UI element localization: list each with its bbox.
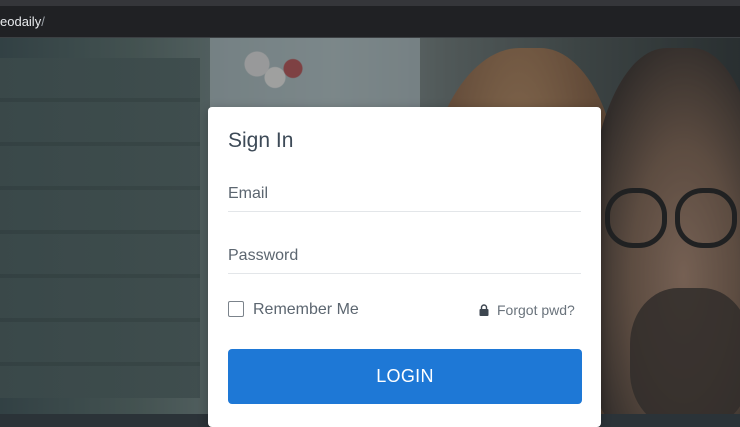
forgot-password-link[interactable]: Forgot pwd? [497,302,575,318]
remember-me-label[interactable]: Remember Me [253,301,359,319]
sign-in-title: Sign In [228,129,294,152]
remember-me-checkbox[interactable] [228,301,244,317]
password-field[interactable]: Password [228,247,298,265]
password-field-underline [228,273,581,274]
address-text[interactable]: eodaily/ [0,14,45,29]
sign-in-card: Sign In Email Password Remember Me Forgo… [208,107,601,427]
browser-address-bar[interactable]: eodaily/ [0,6,740,38]
email-field[interactable]: Email [228,185,268,203]
login-button[interactable]: LOGIN [228,349,582,404]
email-field-underline [228,211,581,212]
lock-icon [479,304,489,316]
